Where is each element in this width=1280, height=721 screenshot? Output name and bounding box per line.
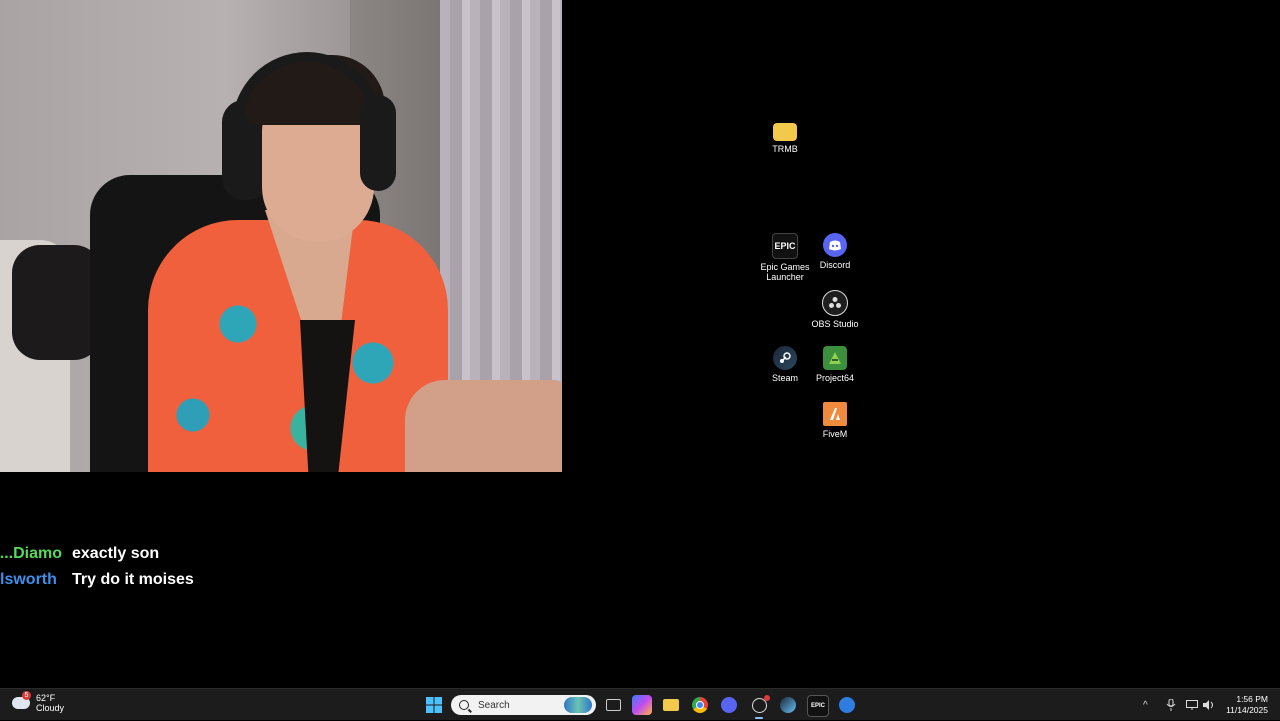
desktop-icon-label: Discord	[819, 260, 851, 270]
desktop-icon-obs[interactable]: OBS Studio	[806, 290, 864, 329]
search-highlight-icon	[564, 697, 592, 713]
desktop-icon-fivem[interactable]: FiveM	[806, 402, 864, 439]
weather-temp: 62°F	[36, 693, 56, 703]
folder-icon	[663, 699, 679, 711]
obs-studio-icon	[822, 290, 848, 316]
microphone-button[interactable]	[1166, 689, 1176, 721]
steam-icon	[773, 346, 797, 370]
microphone-icon	[1166, 699, 1176, 711]
search-placeholder: Search	[478, 699, 510, 711]
chat-text: exactly son	[72, 545, 160, 562]
chat-overlay: Diamo... exactly son lsworth Try do it m…	[0, 541, 194, 593]
webcam-pillow	[12, 245, 102, 360]
tray-overflow-button[interactable]: ^	[1143, 689, 1148, 721]
active-app-indicator	[755, 717, 763, 719]
obs-taskbar-button[interactable]	[749, 694, 770, 715]
obs-studio-icon	[751, 694, 770, 713]
chat-text: Try do it moises	[72, 571, 194, 588]
network-icon	[1186, 700, 1198, 710]
desktop-icon-label: TRMB	[772, 144, 798, 154]
desktop-icon-project64[interactable]: Project64	[806, 346, 864, 383]
steam-taskbar-button[interactable]	[778, 695, 798, 715]
chat-message: lsworth Try do it moises	[0, 567, 194, 593]
copilot-button[interactable]	[632, 695, 652, 715]
desktop-icon-label: FiveM	[822, 429, 848, 439]
clock-date: 11/14/2025	[1226, 705, 1268, 715]
headphones-right-icon	[360, 95, 396, 191]
chevron-up-icon: ^	[1143, 699, 1148, 711]
desktop-icon-trmb[interactable]: TRMB	[756, 120, 814, 154]
fivem-icon	[823, 402, 847, 426]
volume-icon	[1203, 700, 1213, 710]
desktop-icon-label: Epic Games Launcher	[760, 262, 810, 282]
start-button[interactable]	[424, 695, 444, 715]
webcam-person-arm	[405, 380, 562, 472]
desktop-icon-label: Project64	[815, 373, 855, 383]
project64-icon	[823, 346, 847, 370]
desktop-icon-discord[interactable]: Discord	[806, 233, 864, 270]
clock-time: 1:56 PM	[1236, 694, 1268, 704]
search-icon	[459, 700, 469, 710]
chat-message: Diamo... exactly son	[0, 541, 194, 567]
epic-games-taskbar-button[interactable]: EPIC	[807, 695, 829, 717]
other-app-taskbar-button[interactable]	[837, 695, 857, 715]
cloud-icon: 5	[12, 691, 31, 709]
notification-badge: 5	[22, 691, 31, 700]
chat-username: Diamo...	[0, 545, 62, 562]
chat-username: lsworth	[0, 571, 57, 588]
chrome-icon	[692, 697, 708, 713]
task-view-icon	[605, 699, 621, 711]
volume-button[interactable]	[1203, 689, 1215, 721]
chrome-button[interactable]	[690, 695, 710, 715]
epic-games-icon: EPIC	[772, 233, 798, 259]
taskbar: 5 62°F Cloudy Search EPIC ^ 1:56 PM 11/1…	[0, 688, 1280, 720]
network-button[interactable]	[1186, 689, 1198, 721]
epic-games-icon: EPIC	[810, 703, 825, 709]
taskbar-search[interactable]: Search	[451, 695, 596, 715]
app-icon	[839, 697, 855, 713]
webcam-overlay	[0, 0, 562, 472]
discord-taskbar-button[interactable]	[719, 695, 739, 715]
windows-logo-icon	[426, 697, 442, 713]
discord-icon	[721, 697, 737, 713]
folder-icon	[773, 123, 797, 141]
weather-widget[interactable]: 5 62°F Cloudy	[12, 691, 65, 713]
task-view-button[interactable]	[603, 695, 623, 715]
discord-icon	[823, 233, 847, 257]
weather-condition: Cloudy	[36, 703, 65, 713]
system-clock[interactable]: 1:56 PM 11/14/2025	[1226, 694, 1268, 716]
desktop-icon-label: Steam	[771, 373, 798, 383]
desktop-icon-label: OBS Studio	[811, 319, 859, 329]
file-explorer-button[interactable]	[661, 695, 681, 715]
steam-icon	[780, 697, 796, 713]
